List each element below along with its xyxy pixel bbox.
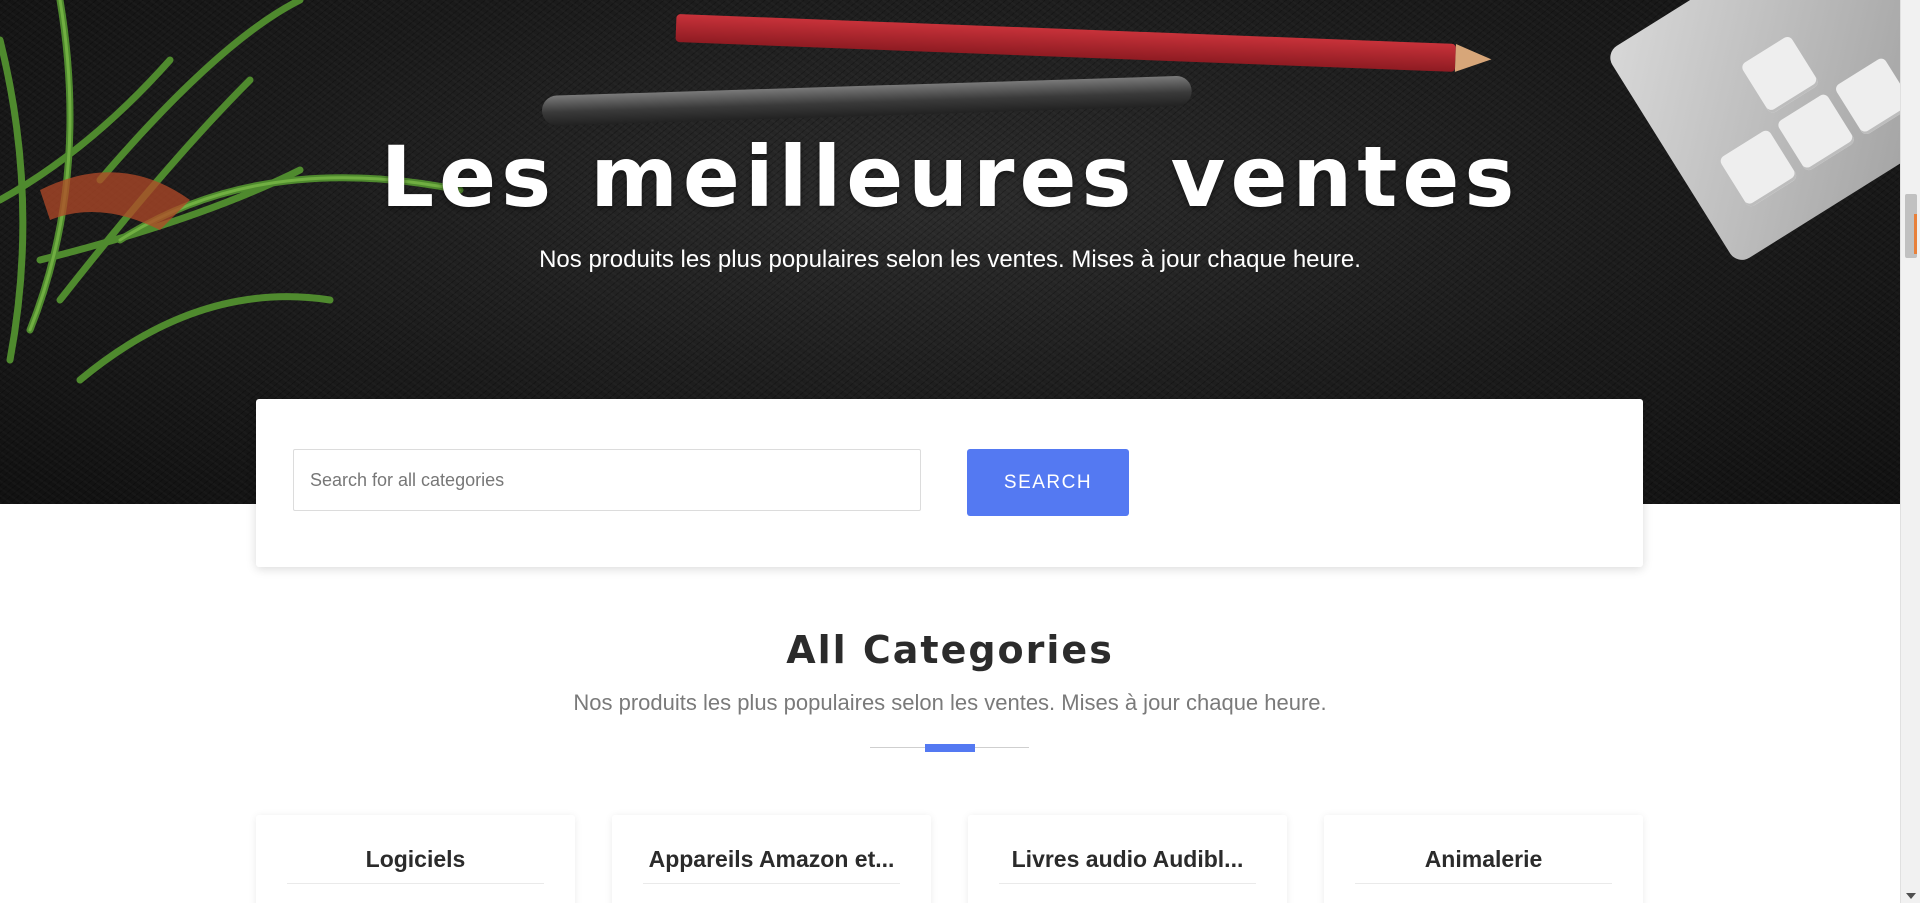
category-card-animalerie[interactable]: Animalerie (1324, 815, 1643, 903)
search-card: SEARCH (256, 399, 1643, 567)
category-name[interactable]: Animalerie (1324, 846, 1643, 873)
category-card-appareils-amazon[interactable]: Appareils Amazon et... (612, 815, 931, 903)
hero-subtitle: Nos produits les plus populaires selon l… (539, 246, 1361, 273)
search-input[interactable] (293, 449, 921, 511)
section-subtitle: Nos produits les plus populaires selon l… (573, 690, 1327, 715)
category-name[interactable]: Livres audio Audibl... (968, 846, 1287, 873)
category-divider (999, 883, 1256, 884)
category-divider (1355, 883, 1612, 884)
category-card-livres-audio[interactable]: Livres audio Audibl... (968, 815, 1287, 903)
scroll-position-marker (1914, 214, 1917, 254)
section-divider-accent (925, 744, 975, 752)
category-card-logiciels[interactable]: Logiciels (256, 815, 575, 903)
vertical-scrollbar[interactable] (1900, 0, 1920, 903)
hero-title: Les meilleures ventes (380, 128, 1520, 226)
search-button[interactable]: SEARCH (967, 449, 1129, 516)
category-name[interactable]: Logiciels (256, 846, 575, 873)
category-divider (287, 883, 544, 884)
category-divider (643, 883, 900, 884)
category-name[interactable]: Appareils Amazon et... (612, 846, 931, 873)
section-title: All Categories (786, 628, 1114, 672)
scroll-down-arrow-icon[interactable] (1906, 893, 1916, 899)
